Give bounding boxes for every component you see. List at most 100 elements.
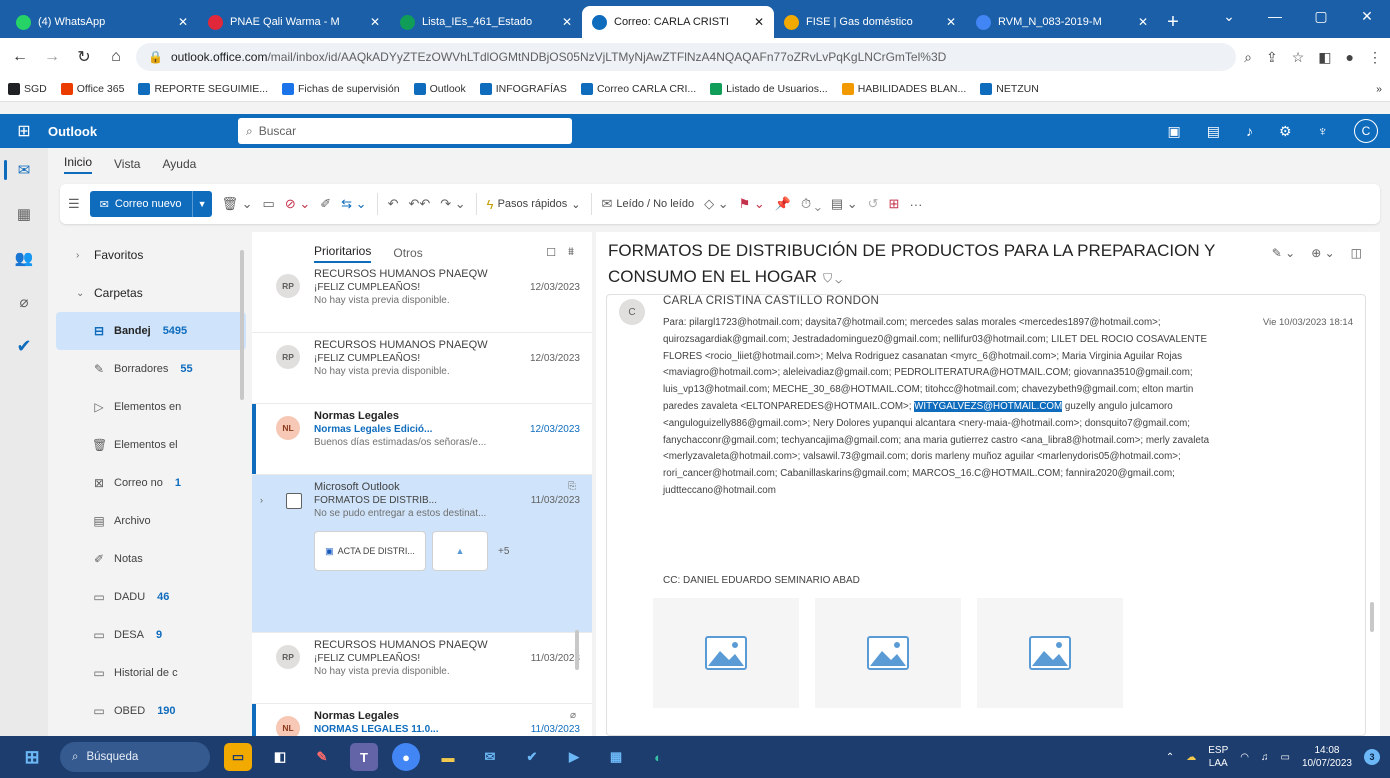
message-list-scrollbar[interactable] — [575, 630, 579, 670]
folder-item[interactable]: ⊠ Correo no 1 — [56, 464, 246, 502]
archive-icon[interactable]: ▭ — [263, 196, 275, 212]
browser-tab[interactable]: (4) WhatsApp ✕ — [6, 6, 198, 38]
minimize-button[interactable]: — — [1252, 0, 1298, 32]
notification-badge[interactable]: 3 — [1364, 749, 1380, 765]
browser-tab[interactable]: Lista_IEs_461_Estado ✕ — [390, 6, 582, 38]
categorize-icon[interactable]: ◇ ⌄ — [704, 196, 729, 212]
close-tab-icon[interactable]: ✕ — [754, 15, 764, 29]
selected-recipient[interactable]: WITYGALVEZS@HOTMAIL.COM — [914, 400, 1063, 412]
browser-menu-icon[interactable]: ⋮ — [1368, 49, 1382, 66]
volume-icon[interactable]: ♫ — [1261, 752, 1269, 763]
new-mail-button[interactable]: ✉ Correo nuevo — [89, 191, 192, 217]
windows-start-icon[interactable]: ⊞ — [18, 743, 46, 771]
close-tab-icon[interactable]: ✕ — [946, 15, 956, 29]
my-day-icon[interactable]: ▤ — [1207, 123, 1220, 140]
taskbar-search[interactable]: ⌕ Búsqueda — [60, 742, 210, 772]
bell-icon[interactable]: ♪ — [1246, 123, 1253, 139]
close-tab-icon[interactable]: ✕ — [178, 15, 188, 29]
attachment-image[interactable]: ▲ — [432, 531, 488, 571]
folder-item[interactable]: ▭ DADU 46 — [56, 578, 246, 616]
bookmark-item[interactable]: Correo CARLA CRI... — [580, 82, 696, 95]
move-icon[interactable]: ⇆ ⌄ — [341, 196, 366, 212]
folder-scrollbar[interactable] — [240, 250, 244, 400]
bookmark-item[interactable]: SGD — [8, 82, 47, 95]
attach-icon[interactable]: ⌀ — [0, 280, 48, 324]
tab-other[interactable]: Otros — [393, 246, 422, 260]
back-button[interactable]: ← — [8, 45, 32, 69]
zoom-icon[interactable]: ⊕ ⌄ — [1311, 246, 1334, 260]
message-row[interactable]: RP RECURSOS HUMANOS PNAEQW ¡FELIZ CUMPLEAÑ… — [252, 333, 592, 404]
account-avatar[interactable]: C — [1354, 119, 1378, 143]
chrome-app-icon[interactable]: ● — [392, 743, 420, 771]
pin-icon[interactable]: 📌 — [775, 196, 791, 212]
browser-tab[interactable]: FISE | Gas doméstico ✕ — [774, 6, 966, 38]
tips-icon[interactable]: ♆ — [1318, 123, 1329, 139]
tab-search-icon[interactable]: ⌄ — [1206, 0, 1252, 32]
close-tab-icon[interactable]: ✕ — [1138, 15, 1148, 29]
reply-all-icon[interactable]: ↶↶ — [408, 196, 430, 212]
sweep-icon[interactable]: ✐ — [320, 196, 331, 212]
recipients-text[interactable]: pilargl1723@hotmail.com; daysita7@hotmai… — [663, 317, 1207, 412]
folder-item[interactable]: ⊟ Bandej 5495 — [56, 312, 246, 350]
file-explorer-icon[interactable]: ▬ — [434, 743, 462, 771]
teams-icon[interactable]: ▣ — [1167, 123, 1180, 140]
select-mode-icon[interactable]: ☐ — [546, 246, 556, 259]
tab-focused[interactable]: Prioritarios — [314, 244, 372, 263]
reload-button[interactable]: ↻ — [72, 45, 96, 69]
browser-tab[interactable]: Correo: CARLA CRISTI ✕ — [582, 6, 774, 38]
collapse-menu-icon[interactable]: ☰ — [68, 196, 80, 212]
read-unread-button[interactable]: ✉ Leído / No leído — [602, 196, 695, 212]
bookmark-item[interactable]: NETZUN — [980, 82, 1039, 95]
filter-icon[interactable]: ⩩ — [568, 246, 574, 259]
battery-icon[interactable]: ▭ — [1280, 752, 1289, 763]
media-app-icon[interactable]: ▶ — [560, 743, 588, 771]
folder-item[interactable]: ▤ Archivo — [56, 502, 246, 540]
image-thumbnail[interactable] — [977, 598, 1123, 708]
delete-icon[interactable]: 🗑 ⌄ — [222, 196, 253, 212]
message-row[interactable]: RP RECURSOS HUMANOS PNAEQW ¡FELIZ CUMPLEAÑ… — [252, 633, 592, 704]
report-icon[interactable]: ⊘ ⌄ — [285, 196, 310, 212]
sidepanel-icon[interactable]: ◧ — [1318, 49, 1331, 66]
chevron-right-icon[interactable]: › — [260, 495, 263, 505]
recipients-text-after[interactable]: guzelly angulo julcamoro <anguloguizelly… — [663, 401, 1209, 496]
widgets-icon[interactable]: ▭ — [224, 743, 252, 771]
close-window-button[interactable]: ✕ — [1344, 0, 1390, 32]
rules-icon[interactable]: ▤ ⌄ — [831, 196, 858, 212]
favorites-section[interactable]: › Favoritos — [56, 236, 246, 274]
bookmarks-overflow-icon[interactable]: » — [1376, 83, 1382, 95]
home-button[interactable]: ⌂ — [104, 45, 128, 69]
task-view-icon[interactable]: ◧ — [266, 743, 294, 771]
browser-tab[interactable]: PNAE Qali Warma - M ✕ — [198, 6, 390, 38]
message-row[interactable]: NL Normas Legales NORMAS LEGALES 11.0... 11… — [252, 704, 592, 736]
todo-check-icon[interactable]: ✔ — [0, 324, 48, 368]
reply-icon[interactable]: ↶ — [388, 196, 399, 212]
ribbon-tab[interactable]: Ayuda — [162, 157, 196, 171]
message-row[interactable]: NL Normas Legales Normas Legales Edició...… — [252, 404, 592, 475]
clock[interactable]: 14:08 10/07/2023 — [1302, 744, 1352, 770]
chevron-up-icon[interactable]: ⌃ — [1166, 752, 1174, 763]
folder-item[interactable]: ✎ Borradores 55 — [56, 350, 246, 388]
profile-icon[interactable]: ● — [1346, 49, 1354, 66]
ribbon-tab[interactable]: Inicio — [64, 155, 93, 174]
people-icon[interactable]: 👥 — [0, 236, 48, 280]
flag-icon[interactable]: ⚑ ⌄ — [739, 196, 765, 212]
bookmark-item[interactable]: INFOGRAFÍAS — [479, 82, 567, 95]
language-indicator[interactable]: ESP LAA — [1208, 744, 1228, 770]
mail-app-icon[interactable]: ✉ — [476, 743, 504, 771]
popout-icon[interactable]: ◫ — [1351, 246, 1362, 260]
more-options-icon[interactable]: ··· — [909, 197, 922, 212]
apps-icon[interactable]: ⊞ — [889, 196, 900, 212]
summary-icon[interactable]: ✎ ⌄ — [1272, 246, 1295, 260]
edge-app-icon[interactable]: ◐ — [644, 743, 672, 771]
wifi-icon[interactable]: ◠ — [1240, 752, 1249, 763]
folder-item[interactable]: ▭ DESA 9 — [56, 616, 246, 654]
attachment-doc[interactable]: ▣ ACTA DE DISTRI... — [314, 531, 426, 571]
bookmark-item[interactable]: REPORTE SEGUIMIE... — [138, 82, 268, 95]
maximize-button[interactable]: ▢ — [1298, 0, 1344, 32]
snooze-icon[interactable]: ⏱ ⌄ — [801, 196, 821, 212]
sender-name[interactable]: CARLA CRISTINA CASTILLO RONDON — [663, 295, 879, 307]
folder-item[interactable]: ✐ Notas — [56, 540, 246, 578]
cc-line[interactable]: CC: DANIEL EDUARDO SEMINARIO ABAD — [663, 575, 860, 586]
calendar-icon[interactable]: ▦ — [0, 192, 48, 236]
store-app-icon[interactable]: ▦ — [602, 743, 630, 771]
